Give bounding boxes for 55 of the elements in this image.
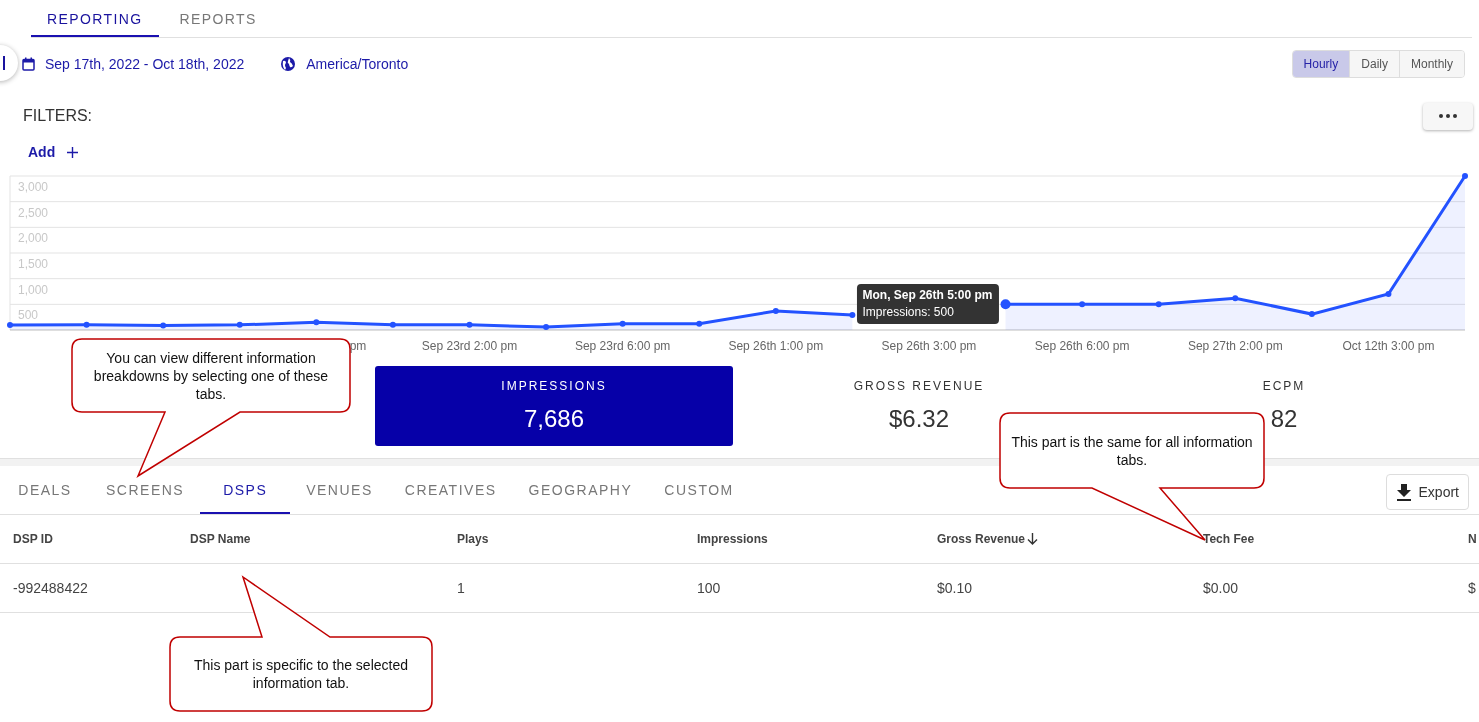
info-tab[interactable]: VENUES [290, 466, 389, 514]
metric-card[interactable]: IMPRESSIONS 7,686 [375, 366, 733, 446]
chart-tooltip: Mon, Sep 26th 5:00 pm Impressions: 500 [856, 284, 999, 325]
calendar-icon [22, 57, 35, 71]
info-tab[interactable]: GEOGRAPHY [512, 466, 649, 514]
granularity-button[interactable]: Monthly [1398, 51, 1464, 77]
metric-value: $6.32 [888, 405, 950, 433]
x-axis-label: Sep 23rd 2:00 pm [421, 339, 518, 353]
nav-tab[interactable]: REPORTS [158, 0, 278, 37]
callout-text: You can view different information breakdowns by selecting one of these tabs. [92, 348, 330, 403]
column-header[interactable]: Impressions [697, 532, 937, 546]
table-cell-text: -992488422 [13, 580, 89, 596]
x-axis-label: Sep 26th 3:00 pm [881, 339, 977, 353]
metric-value: 82 [1270, 405, 1298, 433]
x-axis-label: Sep 26th 1:00 pm [728, 339, 824, 353]
plus-icon [67, 146, 79, 158]
callout-text: This part is the same for all information tabs. [1010, 432, 1254, 469]
export-button[interactable]: Export [1385, 474, 1469, 510]
granularity-button[interactable]: Daily [1349, 51, 1399, 77]
column-header[interactable]: DSP Name [190, 532, 457, 546]
table-cell-text: $0.00 [1203, 580, 1240, 596]
info-tab[interactable]: DEALS [0, 466, 90, 514]
column-header[interactable]: Gross Revenue [937, 532, 1203, 546]
column-header[interactable]: DSP ID [13, 532, 190, 546]
info-tab[interactable]: CUSTOM [648, 466, 750, 514]
x-axis-label: pm [349, 339, 367, 353]
table-cell-text: $ [1468, 580, 1477, 596]
metric-label: IMPRESSIONS [501, 379, 607, 393]
column-header[interactable]: Tech Fee [1203, 532, 1468, 546]
x-axis-label: Sep 26th 6:00 pm [1034, 339, 1130, 353]
column-header[interactable]: N [1468, 532, 1479, 546]
granularity-button[interactable]: Hourly [1292, 51, 1350, 77]
ellipsis-icon [1439, 114, 1457, 118]
table-cell-text: 1 [457, 580, 466, 596]
timezone-link[interactable]: America/Toronto [306, 56, 409, 72]
info-tab[interactable]: DSPS [200, 466, 291, 514]
metric-label: GROSS REVENUE [853, 379, 985, 393]
metric-label: ECPM [1262, 379, 1306, 393]
nav-tab[interactable]: REPORTING [31, 0, 159, 37]
more-button[interactable] [1423, 102, 1473, 130]
column-header[interactable]: Plays [457, 532, 697, 546]
filters-heading: FILTERS: [23, 107, 93, 125]
x-axis-label: Sep 27th 2:00 pm [1187, 339, 1283, 353]
metric-value: 7,686 [523, 405, 585, 433]
info-tab[interactable]: CREATIVES [388, 466, 513, 514]
add-filter-button[interactable]: Add [28, 144, 79, 160]
callout-text: This part is specific to the selected information tab. [193, 656, 409, 692]
date-range-link[interactable]: Sep 17th, 2022 - Oct 18th, 2022 [45, 56, 245, 72]
table-cell-text: 100 [697, 580, 722, 596]
table-cell-text: $0.10 [937, 580, 974, 596]
x-axis-label: Oct 12th 3:00 pm [1342, 339, 1435, 353]
info-tab[interactable]: SCREENS [90, 466, 201, 514]
download-icon [1396, 483, 1411, 501]
x-axis-label: Sep 23rd 6:00 pm [574, 339, 671, 353]
globe-icon [280, 56, 297, 72]
